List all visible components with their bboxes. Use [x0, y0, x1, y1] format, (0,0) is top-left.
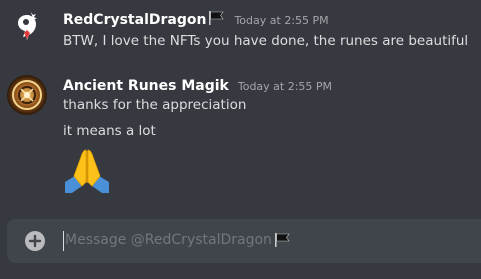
- black-flag-icon: [208, 10, 225, 25]
- message-text: thanks for the appreciation: [63, 97, 247, 113]
- message-text: BTW, I love the NFTs you have done, the …: [63, 33, 469, 49]
- message-input[interactable]: Message @RedCrystalDragon: [65, 232, 291, 248]
- message-input-placeholder: Message @RedCrystalDragon: [65, 232, 272, 248]
- dragon-logo-icon: [18, 12, 37, 40]
- username[interactable]: RedCrystalDragon: [63, 12, 206, 28]
- avatar[interactable]: [7, 6, 47, 46]
- username[interactable]: Ancient Runes Magik: [63, 78, 229, 94]
- avatar[interactable]: [7, 75, 47, 115]
- message-text: it means a lot: [63, 123, 156, 139]
- message-header: RedCrystalDragon Today at 2:55 PM: [63, 9, 329, 28]
- folded-hands-emoji: [62, 146, 112, 194]
- runes-logo-icon: [7, 75, 47, 115]
- timestamp: Today at 2:55 PM: [234, 14, 329, 27]
- message-composer[interactable]: Message @RedCrystalDragon: [7, 219, 481, 263]
- message-header: Ancient Runes Magik Today at 2:55 PM: [63, 78, 332, 94]
- black-flag-icon: [274, 233, 291, 247]
- text-caret: [63, 231, 64, 251]
- timestamp: Today at 2:55 PM: [237, 80, 333, 93]
- plus-circle-icon[interactable]: [25, 231, 45, 251]
- chat-view: RedCrystalDragon Today at 2:55 PM BTW, I…: [0, 0, 481, 279]
